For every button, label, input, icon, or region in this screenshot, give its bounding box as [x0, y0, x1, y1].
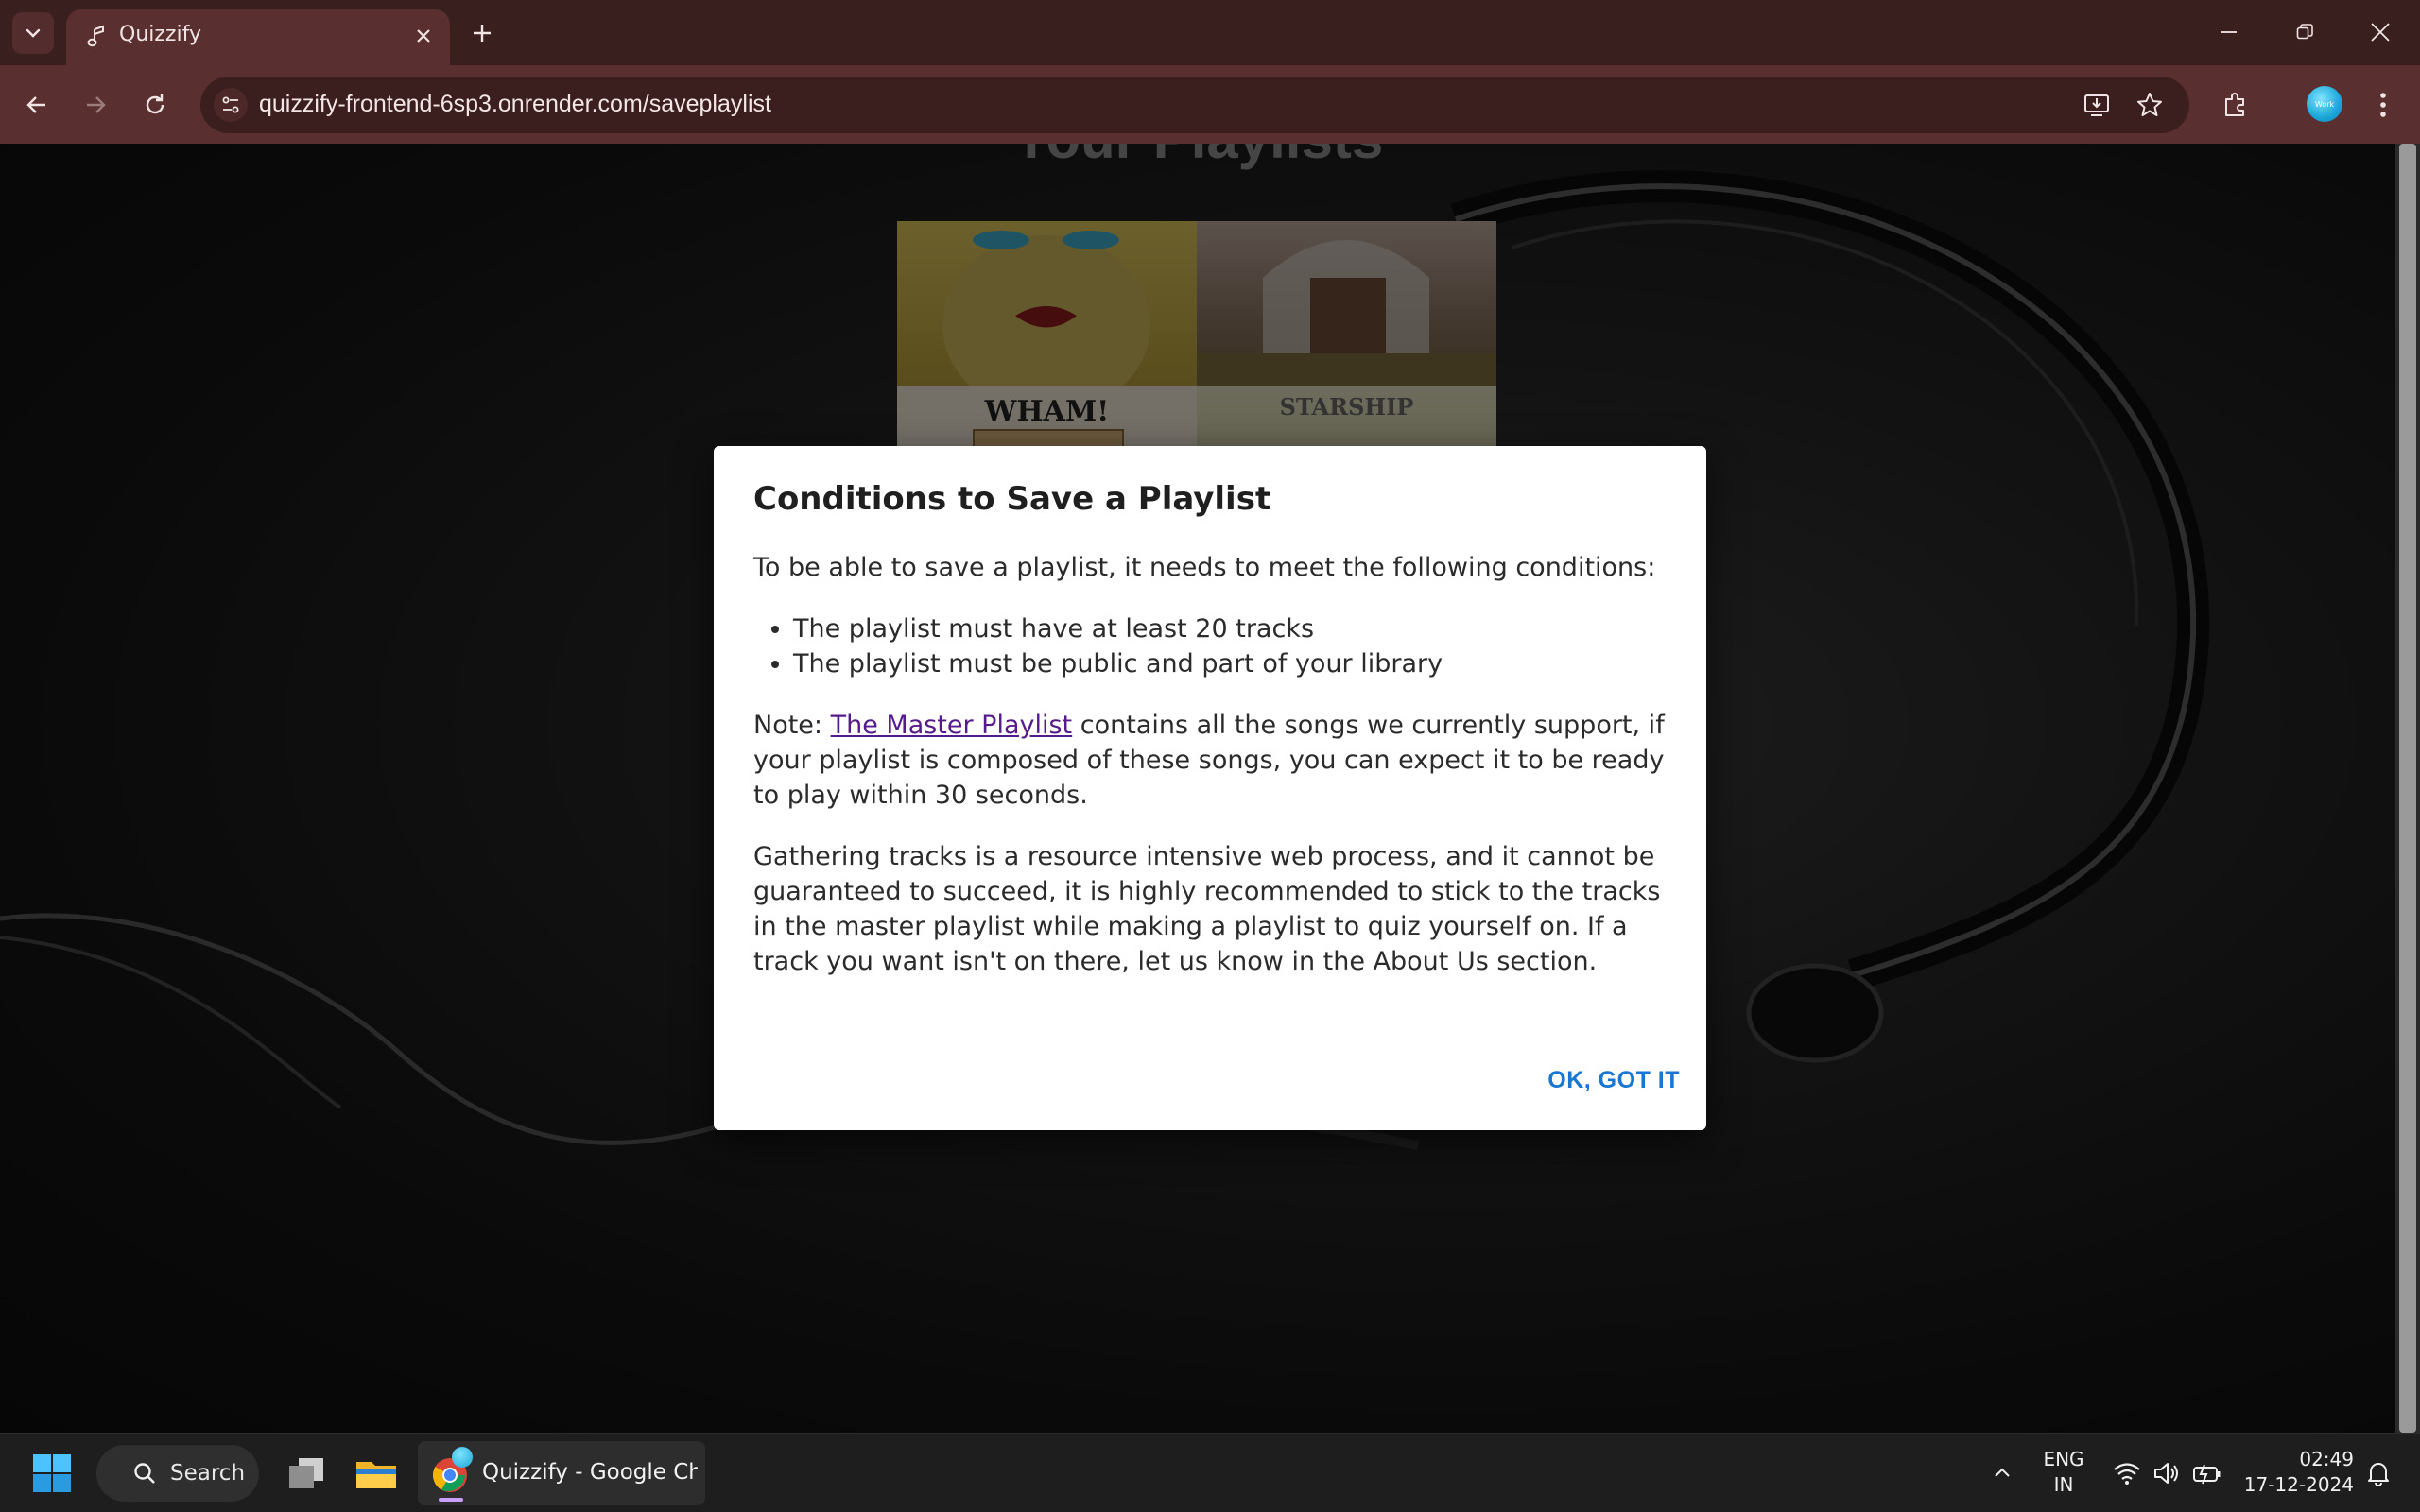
wifi-button[interactable] [2108, 1443, 2146, 1503]
page-viewport: Your Playlists WHAM! STARSHIP Conditions… [0, 144, 2420, 1433]
back-button[interactable] [15, 83, 59, 127]
tune-icon [222, 96, 239, 113]
browser-toolbar: quizzify-frontend-6sp3.onrender.com/save… [0, 65, 2420, 144]
condition-item: The playlist must be public and part of … [793, 646, 1670, 681]
condition-item: The playlist must have at least 20 track… [793, 611, 1670, 646]
reload-button[interactable] [133, 83, 177, 127]
note-prefix: Note: [753, 711, 831, 740]
ok-got-it-button[interactable]: OK, GOT IT [1547, 1059, 1680, 1102]
site-info-button[interactable] [214, 88, 248, 122]
search-icon [134, 1463, 155, 1484]
minimize-icon [2221, 31, 2237, 33]
clock[interactable]: 02:49 17-12-2024 [2240, 1447, 2354, 1500]
notifications-button[interactable] [2360, 1443, 2397, 1503]
bell-icon [2368, 1463, 2389, 1486]
page-scrollbar[interactable] [2395, 144, 2420, 1433]
music-note-icon [85, 24, 112, 50]
volume-icon [2154, 1463, 2178, 1484]
battery-button[interactable] [2187, 1443, 2225, 1503]
reload-icon [146, 94, 164, 114]
extensions-button[interactable] [2214, 83, 2257, 127]
install-app-button[interactable] [2080, 88, 2114, 122]
region-code: IN [2053, 1473, 2074, 1496]
scrollbar-thumb[interactable] [2399, 144, 2416, 1433]
active-indicator [439, 1498, 463, 1502]
tab-quizzify[interactable]: Quizzify [66, 9, 450, 65]
arrow-left-icon [26, 96, 45, 113]
restore-button[interactable] [2274, 11, 2335, 53]
bookmark-button[interactable] [2133, 88, 2167, 122]
search-label: Search [170, 1461, 246, 1486]
conditions-list: The playlist must have at least 20 track… [793, 611, 1670, 681]
chevron-up-icon [1995, 1468, 2010, 1477]
new-tab-button[interactable] [463, 14, 501, 52]
restore-icon [2296, 24, 2313, 40]
address-bar[interactable]: quizzify-frontend-6sp3.onrender.com/save… [200, 77, 2189, 133]
tab-search-button[interactable] [12, 12, 54, 54]
clock-time: 02:49 [2299, 1448, 2354, 1470]
show-hidden-icons-button[interactable] [1983, 1443, 2021, 1503]
dialog-note: Note: The Master Playlist contains all t… [753, 708, 1670, 813]
conditions-dialog: Conditions to Save a Playlist To be able… [714, 446, 1706, 1130]
plus-icon [474, 25, 491, 42]
close-icon [417, 29, 430, 43]
task-view-icon [289, 1458, 323, 1488]
master-playlist-link[interactable]: The Master Playlist [831, 711, 1073, 740]
install-icon [2084, 94, 2109, 116]
star-icon [2137, 93, 2162, 116]
forward-button[interactable] [74, 83, 117, 127]
tab-strip: Quizzify [0, 0, 2420, 65]
chrome-task-label: Quizzify - Google Chrome [482, 1460, 698, 1485]
chrome-menu-button[interactable] [2361, 83, 2405, 127]
wifi-icon [2114, 1463, 2140, 1485]
more-vert-icon [2380, 93, 2386, 117]
close-window-button[interactable] [2350, 11, 2411, 53]
task-view-button[interactable] [276, 1443, 337, 1503]
profile-badge [452, 1447, 473, 1468]
taskbar-chrome-app[interactable]: Quizzify - Google Chrome [418, 1441, 705, 1505]
tab-title: Quizzify [119, 23, 201, 46]
clock-date: 17-12-2024 [2243, 1473, 2354, 1496]
taskbar-search[interactable]: Search [96, 1445, 259, 1502]
arrow-right-icon [87, 96, 106, 113]
dialog-intro: To be able to save a playlist, it needs … [753, 553, 1656, 582]
battery-charging-icon [2193, 1464, 2221, 1485]
profile-label: Work [2314, 99, 2335, 109]
folder-icon [356, 1462, 396, 1488]
chevron-down-icon [26, 28, 41, 38]
dialog-warning: Gathering tracks is a resource intensive… [753, 842, 1661, 976]
taskbar: Search Quizzify - Google Chrome ENG IN 0… [0, 1433, 2420, 1512]
language-indicator[interactable]: ENG IN [2032, 1447, 2095, 1500]
url-text[interactable]: quizzify-frontend-6sp3.onrender.com/save… [259, 91, 771, 118]
puzzle-icon [2225, 93, 2244, 116]
windows-logo-icon [33, 1454, 71, 1492]
dialog-body: To be able to save a playlist, it needs … [753, 550, 1670, 1005]
close-icon [2371, 23, 2390, 42]
volume-button[interactable] [2148, 1443, 2186, 1503]
tab-close-button[interactable] [408, 21, 439, 51]
minimize-button[interactable] [2199, 11, 2259, 53]
language-code: ENG [2043, 1448, 2084, 1470]
start-button[interactable] [31, 1452, 73, 1494]
profile-avatar[interactable]: Work [2307, 86, 2342, 122]
file-explorer-button[interactable] [346, 1443, 406, 1503]
dialog-title: Conditions to Save a Playlist [753, 480, 1271, 518]
